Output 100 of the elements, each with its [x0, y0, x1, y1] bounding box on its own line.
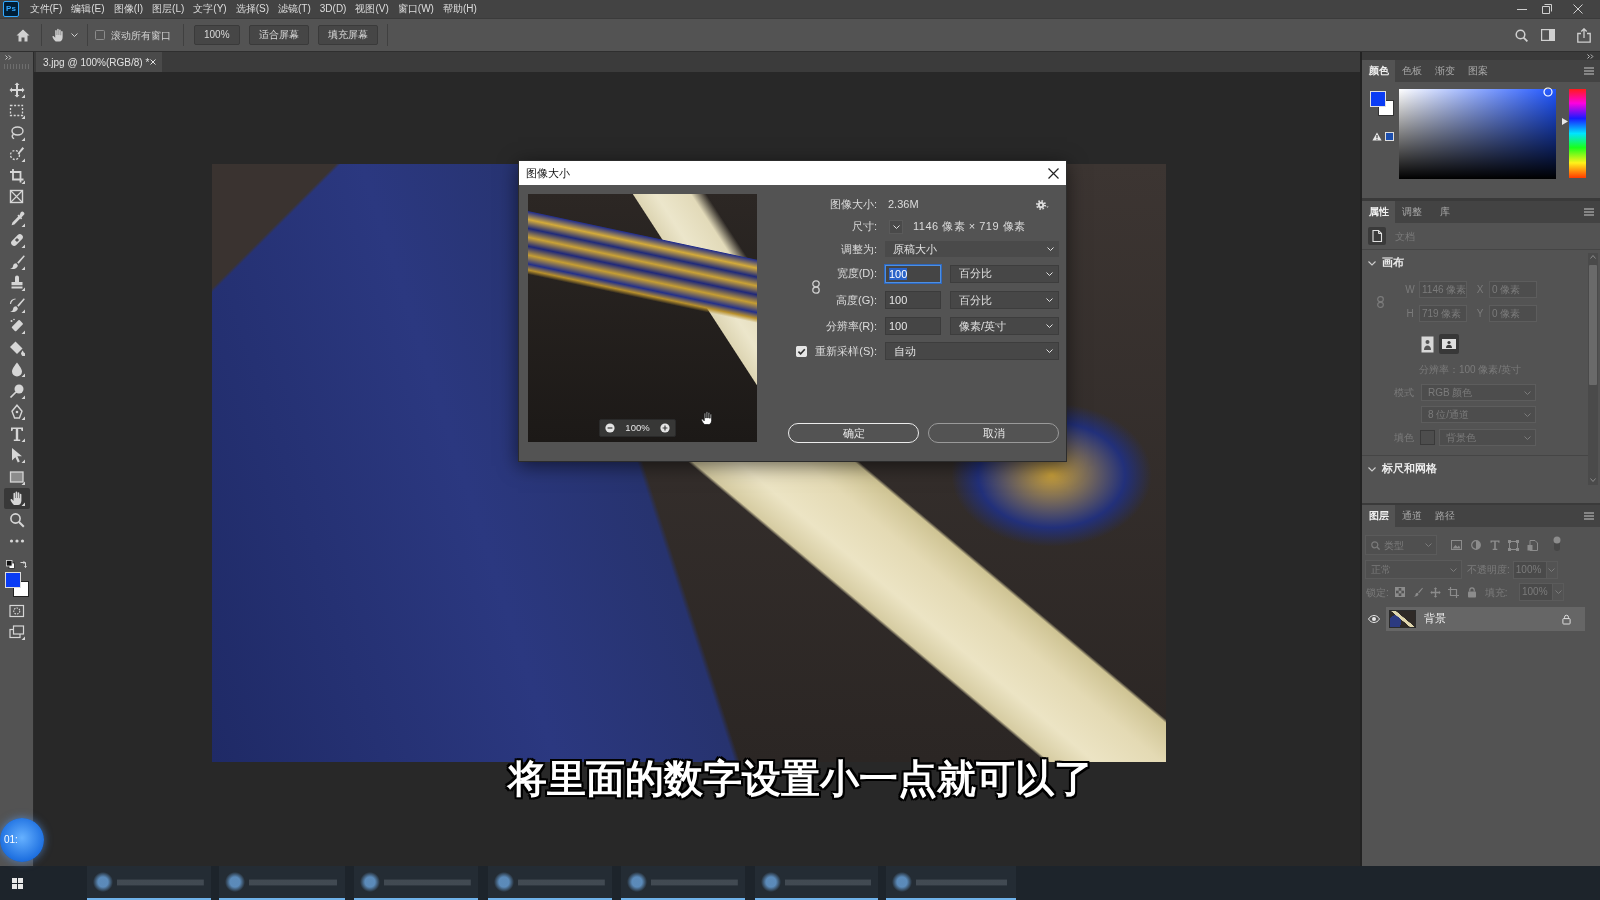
checkbox-label: 重新采样(S):: [815, 343, 877, 359]
screen-mode-icon: [8, 624, 25, 641]
number-field[interactable]: 100: [885, 317, 941, 335]
move-icon: [8, 81, 25, 98]
unit-menu-button[interactable]: [889, 219, 903, 234]
menu-item[interactable]: 帮助(H): [438, 0, 482, 18]
panel-tab[interactable]: 图案: [1461, 60, 1494, 82]
zoom-out-icon[interactable]: [605, 423, 615, 433]
zoom-level: 100%: [625, 420, 650, 435]
toolbar-button[interactable]: 100%: [194, 25, 240, 45]
caret-icon: [1046, 324, 1053, 328]
marquee-icon: [8, 103, 25, 120]
lasso-icon: [8, 124, 25, 141]
caret-icon: [1425, 543, 1432, 547]
number-field[interactable]: 100: [885, 291, 941, 309]
number-field[interactable]: 100: [885, 264, 941, 283]
caret-icon: [1524, 412, 1531, 417]
caret-icon: [1046, 271, 1053, 276]
menu-item[interactable]: 选择(S): [231, 0, 274, 18]
caret-icon: [1554, 590, 1562, 594]
share-icon[interactable]: [1577, 27, 1591, 43]
default-colors-icon[interactable]: [5, 560, 15, 569]
gear-icon[interactable]: [1036, 199, 1049, 210]
checkbox[interactable]: [95, 30, 105, 40]
rectangle-icon: [8, 468, 25, 485]
window-layout-icon[interactable]: [1541, 29, 1555, 41]
tool-button[interactable]: [3, 487, 30, 509]
collapse-icon[interactable]: [5, 54, 12, 60]
panel-tab[interactable]: 颜色: [1362, 60, 1395, 82]
taskbar-button[interactable]: [354, 866, 478, 900]
taskbar-button[interactable]: [219, 866, 345, 900]
toolbar-button[interactable]: 适合屏幕: [248, 25, 309, 45]
menu-item[interactable]: 文字(Y): [188, 0, 232, 18]
color-picker-ring-icon: [1543, 87, 1553, 97]
zoom-in-icon[interactable]: [660, 423, 670, 433]
taskbar-button[interactable]: [488, 866, 612, 900]
brush-icon: [8, 253, 25, 270]
panel-tab[interactable]: 色板: [1395, 60, 1428, 82]
menu-item[interactable]: 滤镜(T): [273, 0, 316, 18]
frame-icon: [8, 189, 25, 206]
caret-icon: [1524, 435, 1531, 440]
swap-colors-icon[interactable]: [18, 560, 28, 569]
resample-dropdown[interactable]: 自动: [885, 342, 1059, 360]
field-label: 宽度(D):: [836, 266, 877, 282]
taskbar-button[interactable]: [87, 866, 211, 900]
toolbar-button[interactable]: 填充屏幕: [317, 25, 378, 45]
type-icon: [8, 425, 25, 442]
close-icon[interactable]: [1048, 167, 1059, 179]
menu-item[interactable]: 窗口(W): [393, 0, 439, 18]
collapse-icon[interactable]: [1587, 53, 1594, 59]
panel-menu-icon[interactable]: [1584, 67, 1594, 75]
field-label: 分辨率(R):: [825, 318, 877, 334]
hand-icon: [8, 490, 25, 507]
color-field[interactable]: [1399, 89, 1556, 179]
hue-marker-icon[interactable]: [1562, 117, 1568, 125]
field-label: 调整为:: [840, 241, 877, 257]
layer-thumbnail: [1389, 610, 1416, 628]
color-swatch-icon[interactable]: [1385, 132, 1394, 141]
menu-item[interactable]: 图层(L): [147, 0, 189, 18]
panel-tab[interactable]: 渐变: [1428, 60, 1461, 82]
section-title: 画布: [1382, 255, 1404, 271]
history-brush-icon: [8, 296, 25, 313]
color-swatches-icon[interactable]: [1370, 91, 1394, 117]
hand-icon[interactable]: [51, 27, 66, 43]
document-tab[interactable]: 3.jpg @ 100%(RGB/8) *: [36, 52, 162, 72]
search-icon: [1371, 540, 1380, 550]
menu-item[interactable]: 图像(I): [109, 0, 148, 18]
caret-icon: [892, 224, 900, 229]
scroll-down-icon: [1590, 478, 1596, 482]
crop-icon: [8, 167, 25, 184]
checkbox-label: 滚动所有窗口: [111, 28, 171, 43]
pen-icon: [8, 404, 25, 421]
caret-icon: [1047, 247, 1054, 251]
home-icon[interactable]: [16, 28, 30, 42]
caret-icon: [1046, 349, 1053, 353]
hand-cursor-icon: [700, 410, 715, 426]
taskbar-button[interactable]: [755, 866, 878, 900]
preset-dropdown[interactable]: 原稿大小: [885, 241, 1059, 257]
windows-start-icon[interactable]: [12, 877, 23, 889]
hue-slider[interactable]: [1562, 89, 1586, 178]
menu-item[interactable]: 视图(V): [350, 0, 394, 18]
taskbar-button[interactable]: [886, 866, 1016, 900]
menu-item[interactable]: 3D(D): [315, 0, 351, 18]
unit-dropdown[interactable]: 像素/英寸: [950, 317, 1059, 335]
zoom-icon: [8, 511, 25, 528]
link-icon[interactable]: [812, 279, 820, 294]
paint-bucket-icon: [8, 339, 25, 356]
warning-icon[interactable]: [1372, 132, 1382, 141]
color-swatches-icon[interactable]: [4, 572, 29, 597]
unit-dropdown[interactable]: 百分比: [950, 291, 1059, 309]
taskbar-button[interactable]: [621, 866, 745, 900]
scroll-up-icon: [1590, 255, 1596, 259]
field-label: 图像大小:: [829, 197, 877, 213]
menu-item[interactable]: 编辑(E): [66, 0, 110, 18]
menu-item[interactable]: 文件(F): [25, 0, 67, 18]
field-label: 尺寸:: [851, 219, 877, 235]
restore-icon[interactable]: [1542, 4, 1552, 14]
caret-icon: [71, 33, 78, 37]
unit-dropdown[interactable]: 百分比: [950, 264, 1059, 283]
search-icon[interactable]: [1515, 28, 1528, 42]
